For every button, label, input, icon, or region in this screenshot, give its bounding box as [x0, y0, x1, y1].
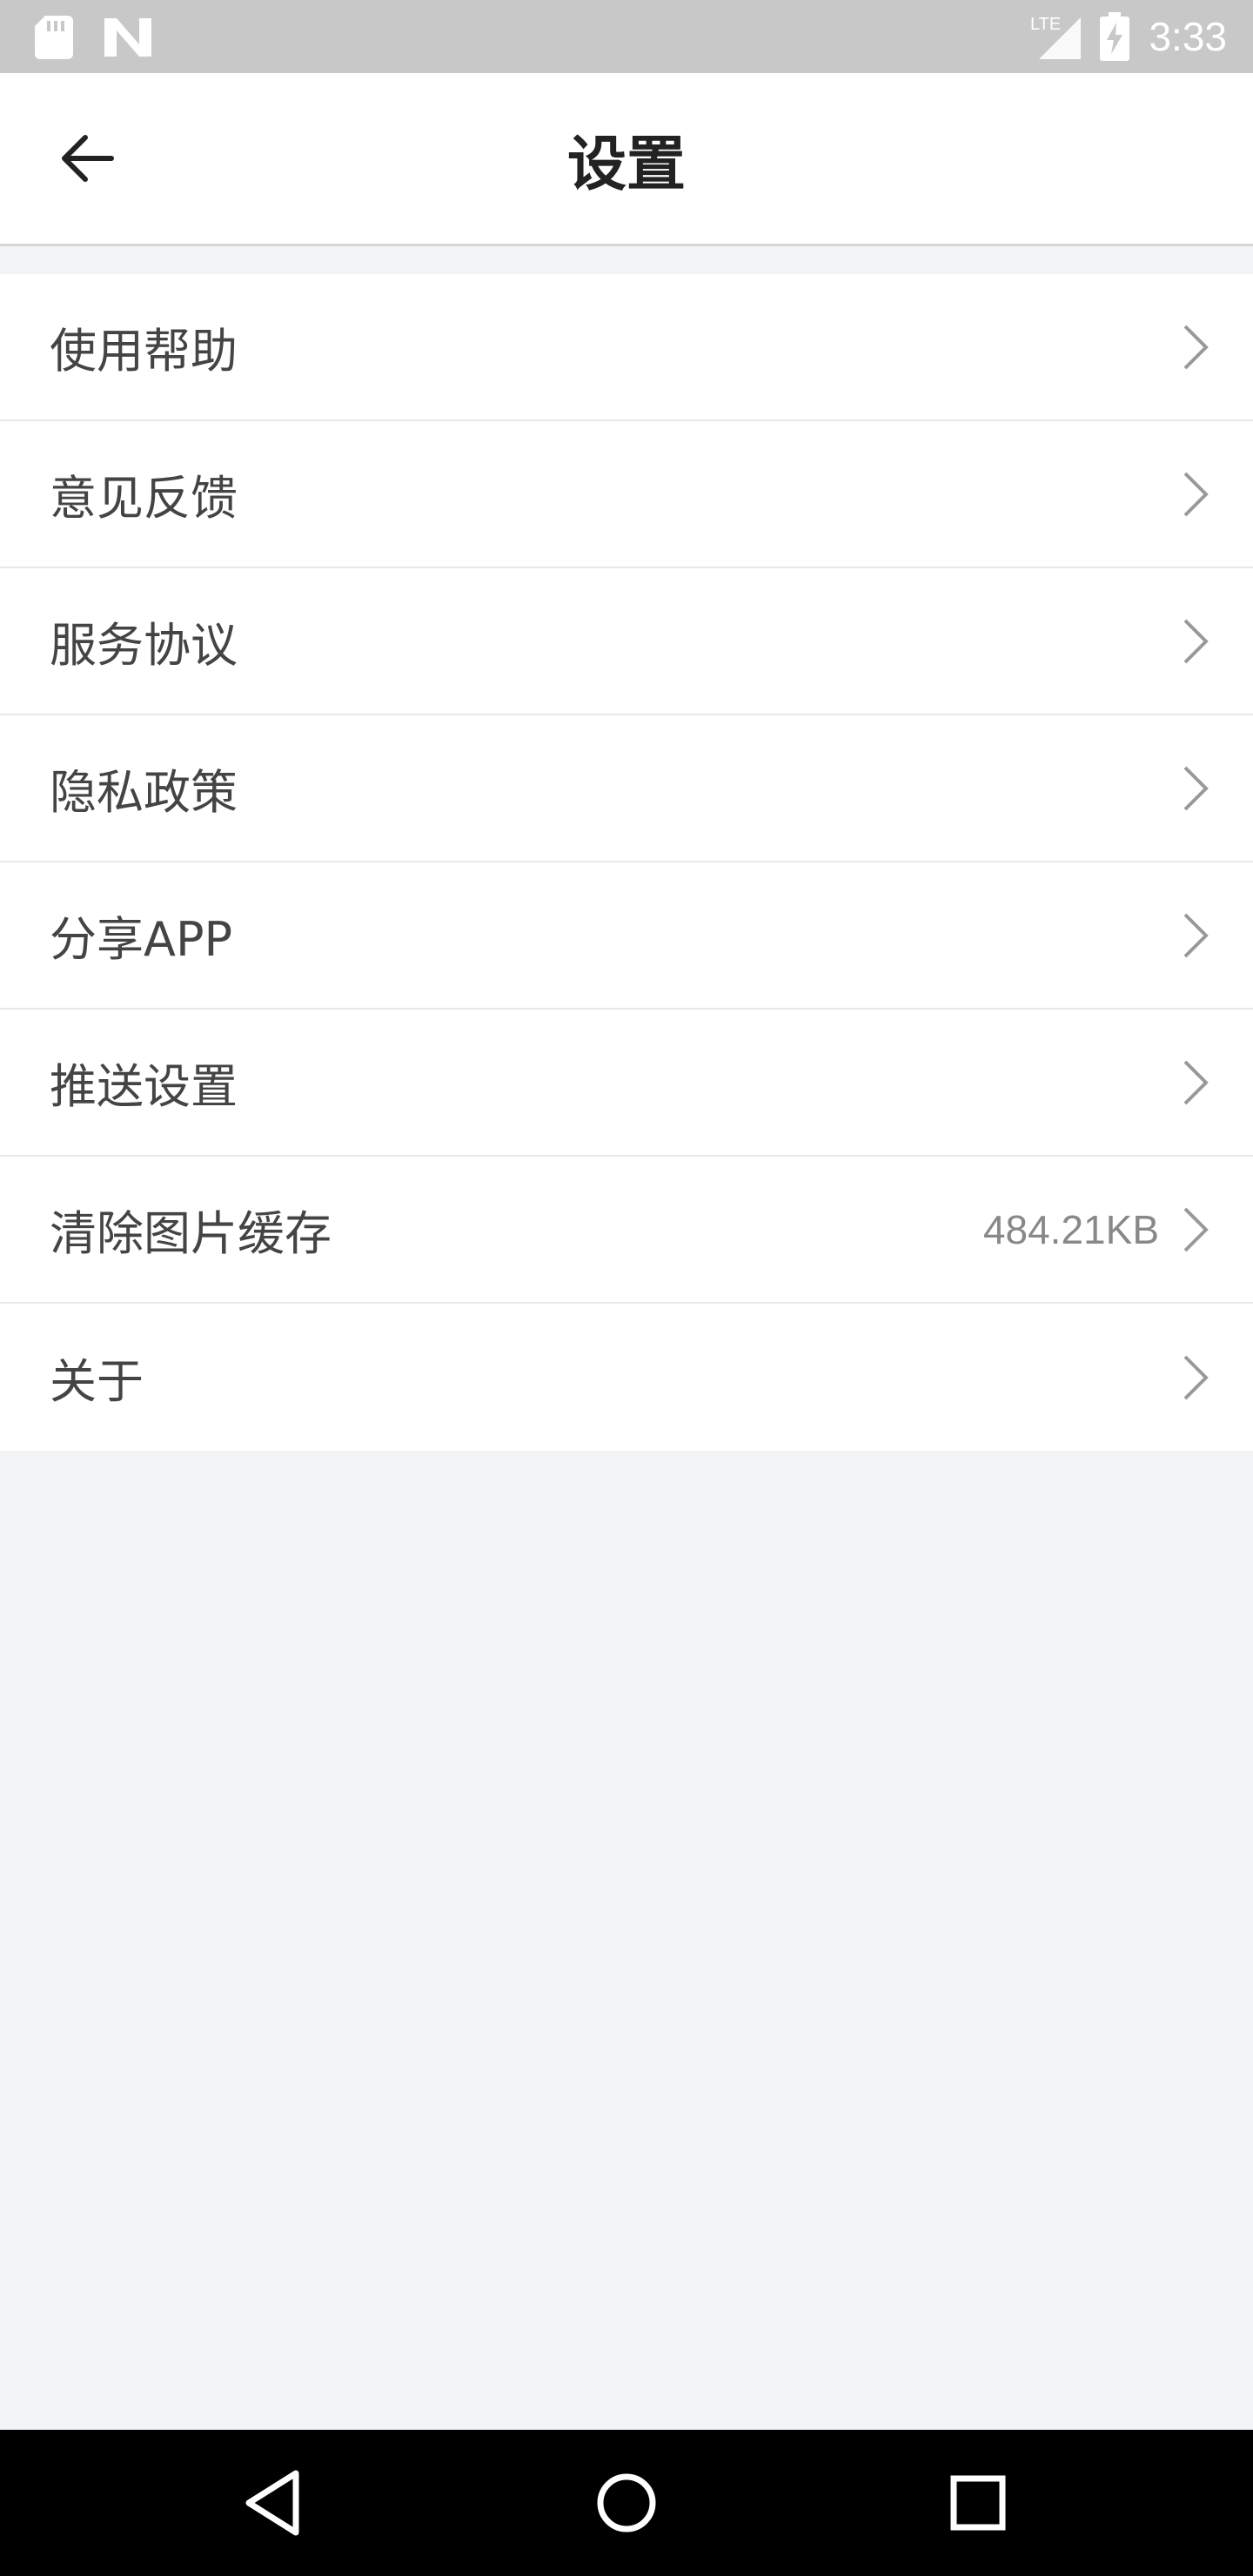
- chevron-right-icon: [1183, 1060, 1209, 1104]
- app-bar: 设置: [0, 73, 1253, 246]
- n-logo-icon: [104, 18, 151, 57]
- chevron-right-icon: [1183, 325, 1209, 369]
- recents-square-icon[interactable]: [935, 2459, 1022, 2546]
- chevron-right-icon: [1183, 619, 1209, 663]
- settings-item-about[interactable]: 关于: [0, 1304, 1253, 1451]
- chevron-right-icon: [1183, 1207, 1209, 1251]
- settings-list: 使用帮助 意见反馈 服务协议 隐私政策 分享APP 推送设置 清除图片缓存 48…: [0, 274, 1253, 1451]
- svg-text:LTE: LTE: [1030, 15, 1061, 34]
- chevron-right-icon: [1183, 1355, 1209, 1399]
- chevron-right-icon: [1183, 472, 1209, 516]
- settings-item-share-app[interactable]: 分享APP: [0, 862, 1253, 1010]
- settings-item-push[interactable]: 推送设置: [0, 1010, 1253, 1157]
- status-bar: LTE 3:33: [0, 0, 1253, 73]
- home-circle-icon[interactable]: [583, 2459, 670, 2546]
- back-button[interactable]: [35, 106, 139, 211]
- sd-card-icon: [35, 16, 73, 59]
- battery-charging-icon: [1100, 12, 1130, 61]
- settings-item-label: 推送设置: [50, 1059, 238, 1114]
- settings-item-label: 清除图片缓存: [50, 1206, 332, 1261]
- signal-icon: LTE: [1030, 15, 1082, 59]
- settings-item-terms[interactable]: 服务协议: [0, 568, 1253, 715]
- settings-item-label: 使用帮助: [50, 324, 238, 379]
- chevron-right-icon: [1183, 766, 1209, 810]
- page-title: 设置: [566, 130, 686, 199]
- settings-item-help[interactable]: 使用帮助: [0, 274, 1253, 421]
- settings-item-feedback[interactable]: 意见反馈: [0, 421, 1253, 568]
- settings-item-label: 隐私政策: [50, 765, 238, 820]
- cache-size-value: 484.21KB: [982, 1206, 1159, 1252]
- chevron-right-icon: [1183, 913, 1209, 957]
- arrow-left-icon: [62, 135, 114, 182]
- settings-item-label: 分享APP: [50, 912, 233, 967]
- system-nav-bar: [0, 2430, 1253, 2576]
- status-time: 3:33: [1149, 14, 1227, 59]
- settings-item-label: 关于: [50, 1354, 144, 1409]
- settings-item-privacy[interactable]: 隐私政策: [0, 715, 1253, 862]
- settings-item-label: 意见反馈: [50, 471, 238, 526]
- back-triangle-icon[interactable]: [231, 2459, 318, 2546]
- settings-item-label: 服务协议: [50, 618, 238, 673]
- settings-item-clear-cache[interactable]: 清除图片缓存 484.21KB: [0, 1157, 1253, 1304]
